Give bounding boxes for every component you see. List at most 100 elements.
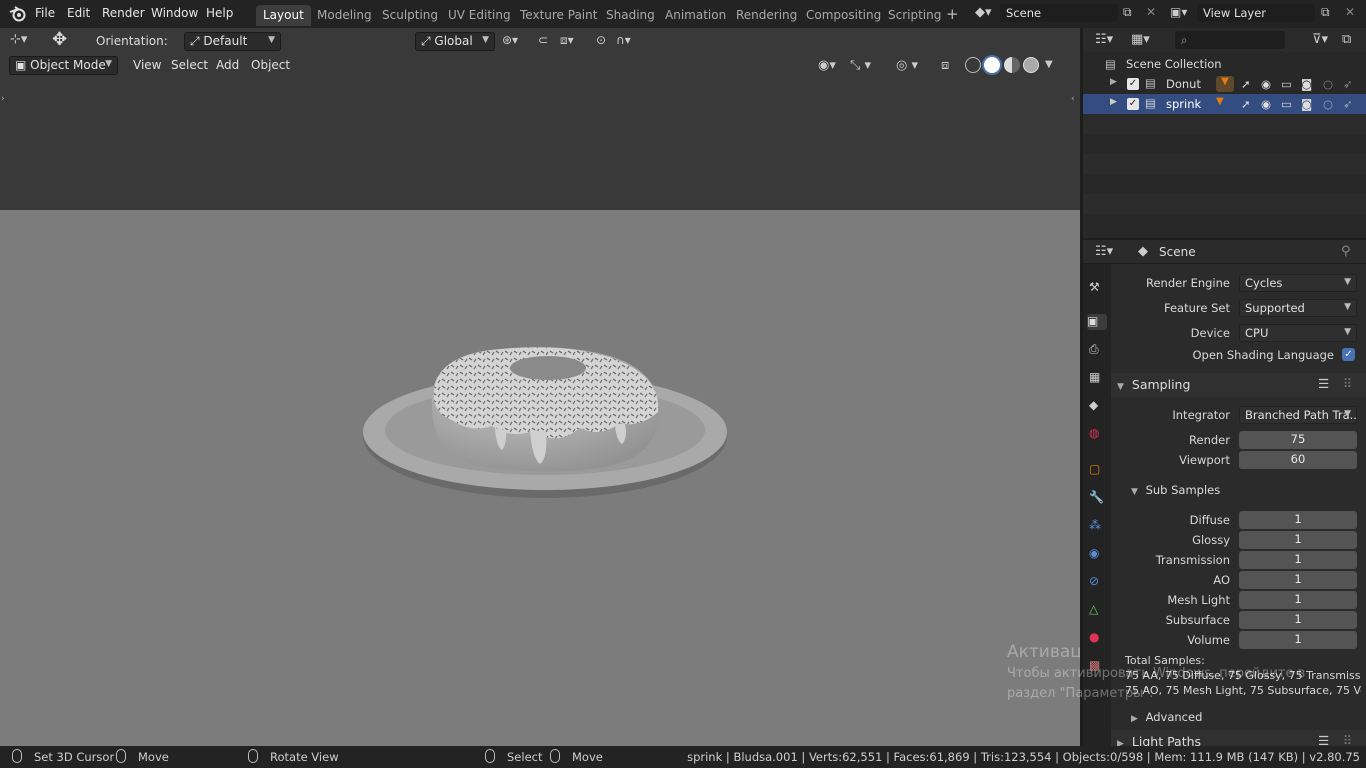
indirect-only-icon[interactable]: ➶ xyxy=(1343,97,1353,111)
menu-edit[interactable]: Edit xyxy=(67,6,90,20)
expand-arrow-icon[interactable]: ▶ xyxy=(1110,97,1117,107)
tab-texture-paint[interactable]: Texture Paint xyxy=(513,5,604,26)
solid-shading-icon[interactable] xyxy=(984,57,1000,73)
tab-shading[interactable]: Shading xyxy=(599,5,662,26)
transform-space-dropdown[interactable]: ⤢ Global ▼ xyxy=(415,32,495,51)
new-collection-icon[interactable]: ⧉ xyxy=(1342,32,1351,47)
modifier-tab-icon[interactable]: 🔧 xyxy=(1089,490,1105,506)
pivot-point-icon[interactable]: ⊛▾ xyxy=(502,33,518,47)
viewport-menu-view[interactable]: View xyxy=(127,56,167,76)
remove-scene-icon[interactable]: ✕ xyxy=(1146,5,1156,19)
overlays-icon[interactable]: ◎ ▾ xyxy=(896,58,918,73)
wireframe-shading-icon[interactable] xyxy=(965,57,981,73)
scene-tab-icon[interactable]: ◆ xyxy=(1089,398,1105,414)
checkbox[interactable]: ✓ xyxy=(1127,78,1139,90)
scene-icon[interactable]: ◆▾ xyxy=(975,5,992,20)
tab-animation[interactable]: Animation xyxy=(658,5,733,26)
outliner-search-input[interactable]: ⌕ xyxy=(1175,31,1285,49)
indirect-only-icon[interactable]: ➶ xyxy=(1343,77,1353,91)
tab-scripting[interactable]: Scripting xyxy=(881,5,948,26)
xray-icon[interactable]: ⧈ xyxy=(941,58,949,73)
new-view-layer-icon[interactable]: ⧉ xyxy=(1321,5,1330,20)
blender-logo-icon[interactable] xyxy=(9,6,27,22)
view-layer-icon[interactable]: ▣▾ xyxy=(1170,5,1187,19)
constraints-tab-icon[interactable]: ⊘ xyxy=(1089,574,1105,590)
camera-icon[interactable]: ◙ xyxy=(1301,97,1312,111)
pin-icon[interactable]: ⚲ xyxy=(1341,244,1351,259)
glossy-field[interactable]: 1 xyxy=(1239,531,1357,549)
add-workspace-icon[interactable]: + xyxy=(946,5,959,23)
tab-rendering[interactable]: Rendering xyxy=(729,5,804,26)
rendered-shading-icon[interactable] xyxy=(1023,57,1039,73)
sampling-panel-header[interactable]: ▼ Sampling ☰ ⠿ xyxy=(1111,373,1366,397)
camera-icon[interactable]: ◙ xyxy=(1301,77,1312,91)
light-paths-panel-header[interactable]: ▶ Light Paths ☰ ⠿ xyxy=(1111,730,1366,746)
render-engine-dropdown[interactable]: Cycles ▼ xyxy=(1239,274,1357,292)
outliner-row-donut[interactable]: ▶ ✓ ▤ Donut ▼ ➚ ◉ ▭ ◙ ○ ➶ xyxy=(1083,74,1366,94)
object-filter-icon[interactable]: ▼ xyxy=(1216,76,1234,92)
menu-render[interactable]: Render xyxy=(102,6,145,20)
3d-viewport[interactable]: ⊹▾ ✥ Orientation: ⤢ Default ▼ ⤢ Global ▼ ⊛… xyxy=(0,28,1080,746)
integrator-dropdown[interactable]: Branched Path Tra... ▼ xyxy=(1239,406,1357,424)
snap-icon[interactable]: ⊂ xyxy=(538,33,548,47)
move-tool-icon[interactable]: ✥ xyxy=(52,29,67,50)
particles-tab-icon[interactable]: ⁂ xyxy=(1089,518,1105,534)
outliner-row-scene-collection[interactable]: ▤ Scene Collection xyxy=(1083,54,1366,74)
view-layer-tab-icon[interactable]: ▦ xyxy=(1089,370,1105,386)
expand-arrow-icon[interactable]: ▶ xyxy=(1110,77,1117,87)
transmission-field[interactable]: 1 xyxy=(1239,551,1357,569)
shading-options-icon[interactable]: ▼ xyxy=(1045,59,1053,70)
eye-icon[interactable]: ◉ xyxy=(1261,97,1271,111)
mode-dropdown[interactable]: ▣ Object Mode ▼ xyxy=(9,56,118,75)
tab-layout[interactable]: Layout xyxy=(256,5,311,26)
subsurface-field[interactable]: 1 xyxy=(1239,611,1357,629)
proportional-edit-icon[interactable]: ⊙ xyxy=(596,33,606,47)
physics-tab-icon[interactable]: ◉ xyxy=(1089,546,1105,562)
snap-target-icon[interactable]: ⧈▾ xyxy=(560,33,574,48)
viewport-scene[interactable] xyxy=(0,28,1080,746)
eye-icon[interactable]: ◉ xyxy=(1261,77,1271,91)
select-arrow-icon[interactable]: ➚ xyxy=(1241,77,1251,91)
menu-file[interactable]: File xyxy=(35,6,55,20)
tab-modeling[interactable]: Modeling xyxy=(310,5,379,26)
render-samples-field[interactable]: 75 xyxy=(1239,431,1357,449)
render-tab-icon[interactable]: ▣ xyxy=(1087,314,1107,330)
transform-pivot-icon[interactable]: ⊹▾ xyxy=(10,32,27,47)
viewport-menu-select[interactable]: Select xyxy=(165,56,214,76)
editor-type-icon[interactable]: ☷▾ xyxy=(1095,244,1113,259)
checkbox[interactable]: ✓ xyxy=(1127,98,1139,110)
menu-window[interactable]: Window xyxy=(151,6,198,20)
advanced-panel-header[interactable]: ▶ Advanced xyxy=(1111,707,1366,729)
outliner-row-sprink[interactable]: ▶ ✓ ▤ sprink ▼ ➚ ◉ ▭ ◙ ○ ➶ xyxy=(1083,94,1366,114)
tool-tab-icon[interactable]: ⚒ xyxy=(1089,280,1105,296)
feature-set-dropdown[interactable]: Supported ▼ xyxy=(1239,299,1357,317)
drag-handle-icon[interactable]: ⠿ xyxy=(1343,376,1352,391)
remove-view-layer-icon[interactable]: ✕ xyxy=(1345,5,1355,19)
view-layer-field[interactable]: View Layer xyxy=(1197,4,1315,22)
monitor-icon[interactable]: ▭ xyxy=(1281,97,1292,111)
osl-checkbox[interactable]: ✓ xyxy=(1342,348,1355,361)
world-tab-icon[interactable]: ◍ xyxy=(1089,426,1105,442)
drag-handle-icon[interactable]: ⠿ xyxy=(1343,733,1352,746)
material-tab-icon[interactable]: ● xyxy=(1089,630,1105,646)
ao-field[interactable]: 1 xyxy=(1239,571,1357,589)
tab-sculpting[interactable]: Sculpting xyxy=(375,5,445,26)
device-dropdown[interactable]: CPU ▼ xyxy=(1239,324,1357,342)
object-filter-icon[interactable]: ▼ xyxy=(1216,96,1224,107)
tab-uv-editing[interactable]: UV Editing xyxy=(441,5,518,26)
diffuse-field[interactable]: 1 xyxy=(1239,511,1357,529)
monitor-icon[interactable]: ▭ xyxy=(1281,77,1292,91)
editor-type-icon[interactable]: ☷▾ xyxy=(1095,32,1113,47)
viewport-menu-add[interactable]: Add xyxy=(210,56,245,76)
viewport-menu-object[interactable]: Object xyxy=(245,56,296,76)
object-tab-icon[interactable]: ▢ xyxy=(1089,462,1105,478)
material-shading-icon[interactable] xyxy=(1004,57,1020,73)
new-scene-icon[interactable]: ⧉ xyxy=(1123,5,1132,20)
falloff-icon[interactable]: ∩▾ xyxy=(616,33,631,47)
holdout-icon[interactable]: ○ xyxy=(1323,97,1333,111)
toolbar-expand-icon[interactable]: › xyxy=(1,94,5,104)
orientation-dropdown[interactable]: ⤢ Default ▼ xyxy=(184,32,281,51)
presets-icon[interactable]: ☰ xyxy=(1318,376,1329,391)
output-tab-icon[interactable]: ⎙ xyxy=(1089,342,1105,358)
tab-compositing[interactable]: Compositing xyxy=(799,5,888,26)
